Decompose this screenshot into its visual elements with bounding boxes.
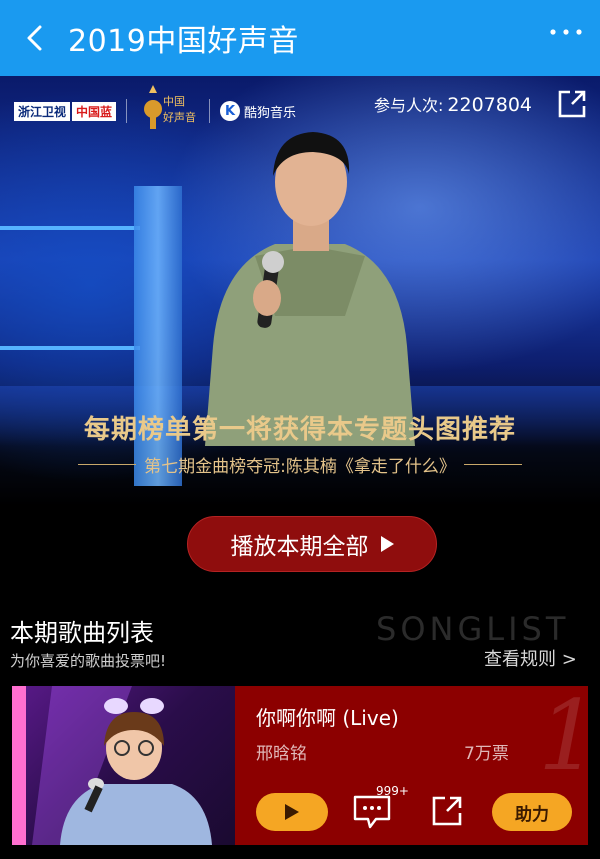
- more-dots-icon[interactable]: [548, 22, 584, 42]
- song-thumbnail[interactable]: [12, 686, 235, 845]
- logo-divider: [209, 99, 211, 123]
- songlist-watermark: SONGLIST: [376, 610, 570, 648]
- comment-icon[interactable]: [352, 794, 392, 830]
- play-icon: [285, 804, 299, 820]
- zglan-logo-text: 中国蓝: [72, 101, 117, 121]
- kugou-logo-text: 酷狗音乐: [244, 105, 297, 121]
- play-all-label: 播放本期全部: [230, 534, 369, 560]
- zjtv-logo: 浙江卫视 中国蓝: [14, 101, 117, 121]
- the-voice-logo: 中国 好声音: [144, 85, 196, 129]
- page-title: 2019中国好声音: [68, 24, 299, 59]
- play-all-button[interactable]: 播放本期全部: [187, 516, 437, 572]
- vote-count: 7万票: [464, 744, 509, 764]
- kugou-logo: K 酷狗音乐: [220, 101, 296, 121]
- decor-line: [463, 464, 522, 465]
- rank-number: 1: [538, 686, 588, 792]
- songlist-title: 本期歌曲列表: [10, 619, 154, 647]
- champion-text: 第七期金曲榜夺冠:陈其楠《拿走了什么》: [144, 457, 456, 477]
- svg-text:中国: 中国: [163, 95, 185, 108]
- promo-subline: 第七期金曲榜夺冠:陈其楠《拿走了什么》: [0, 452, 600, 477]
- stage-light-beam: [0, 346, 140, 350]
- singer-thumbnail-image: [12, 686, 212, 845]
- zjtv-logo-text: 浙江卫视: [14, 101, 71, 121]
- play-triangle-icon: [380, 536, 394, 552]
- stage-light-beam: [0, 226, 140, 230]
- hero-banner: 浙江卫视 中国蓝 中国 好声音 K 酷狗音乐 参与人次: 2207804 每期榜…: [0, 76, 600, 600]
- share-icon[interactable]: [556, 88, 588, 120]
- song-artist: 邢晗铭: [256, 744, 307, 764]
- participants-label: 参与人次:: [374, 96, 444, 115]
- participants-counter: 参与人次: 2207804: [374, 92, 532, 116]
- participants-count: 2207804: [447, 94, 533, 116]
- share-song-icon[interactable]: [430, 794, 464, 828]
- app-bar: 2019中国好声音: [0, 0, 600, 76]
- promo-headline: 每期榜单第一将获得本专题头图推荐: [83, 415, 516, 445]
- decor-line: [78, 464, 137, 465]
- song-title: 你啊你啊 (Live): [256, 706, 399, 730]
- play-song-button[interactable]: [256, 793, 328, 831]
- svg-text:好声音: 好声音: [163, 110, 196, 124]
- view-rules-link[interactable]: 查看规则 >: [484, 645, 577, 671]
- singer-image: [205, 132, 415, 446]
- comment-count-badge: 999+: [376, 784, 409, 798]
- sponsor-logos: 浙江卫视 中国蓝 中国 好声音 K 酷狗音乐: [14, 85, 296, 129]
- kugou-k-icon: K: [220, 101, 241, 121]
- help-vote-button[interactable]: 助力: [492, 793, 572, 831]
- logo-divider: [126, 99, 128, 123]
- song-card[interactable]: 1 你啊你啊 (Live) 邢晗铭 7万票 999+ 助力: [12, 686, 588, 845]
- back-arrow-icon[interactable]: [22, 24, 50, 52]
- songlist-subtitle: 为你喜爱的歌曲投票吧!: [10, 652, 167, 670]
